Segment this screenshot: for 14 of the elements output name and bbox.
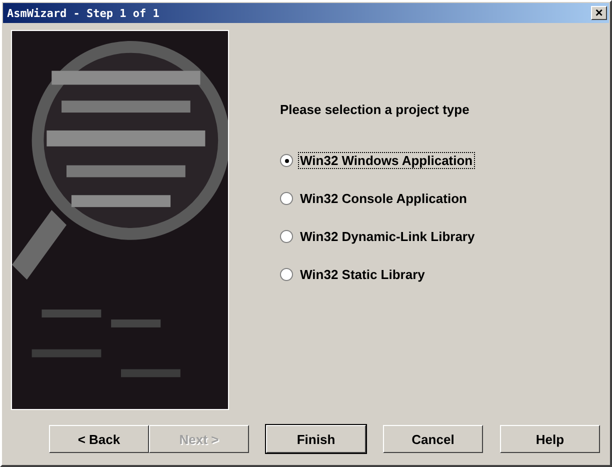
radio-button[interactable] (280, 154, 293, 167)
radio-button[interactable] (280, 192, 293, 205)
radio-option[interactable]: Win32 Dynamic-Link Library (280, 228, 477, 245)
radio-button[interactable] (280, 230, 293, 243)
wizard-button[interactable]: Help (500, 425, 600, 453)
radio-option[interactable]: Win32 Console Application (280, 190, 477, 207)
window-title: AsmWizard - Step 1 of 1 (7, 6, 160, 20)
close-button[interactable]: × (591, 6, 607, 20)
radio-option[interactable]: Win32 Static Library (280, 266, 477, 283)
wizard-button[interactable]: < Back (49, 425, 149, 453)
wizard-button[interactable]: Finish (266, 425, 366, 453)
prompt-text: Please selection a project type (280, 102, 470, 117)
radio-button[interactable] (280, 268, 293, 281)
wizard-button[interactable]: Cancel (383, 425, 483, 453)
